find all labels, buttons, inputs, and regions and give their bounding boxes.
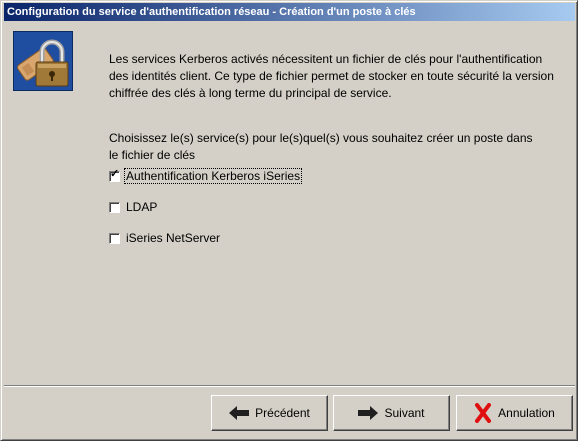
checkbox-label[interactable]: Authentification Kerberos iSeries — [123, 168, 303, 184]
next-button[interactable]: Suivant — [333, 395, 450, 431]
checkbox-box[interactable]: ✓ — [109, 167, 120, 182]
cancel-button-label: Annulation — [498, 406, 555, 420]
next-button-label: Suivant — [384, 406, 425, 420]
checkbox-ldap[interactable]: LDAP — [109, 199, 158, 215]
checkbox-label[interactable]: iSeries NetServer — [125, 231, 221, 245]
back-button[interactable]: Précédent — [211, 395, 328, 431]
checkbox-label[interactable]: LDAP — [125, 200, 158, 214]
checkbox-kerberos-iseries[interactable]: ✓ Authentification Kerberos iSeries — [109, 167, 303, 184]
description-text: Les services Kerberos activés nécessiten… — [109, 52, 554, 100]
checkbox-iseries-netserver[interactable]: iSeries NetServer — [109, 230, 221, 246]
footer-separator-highlight — [4, 386, 575, 387]
cancel-button[interactable]: Annulation — [456, 395, 573, 431]
red-x-icon — [475, 403, 492, 423]
window-title: Configuration du service d'authentificat… — [4, 3, 575, 21]
checkbox-box[interactable] — [109, 201, 120, 213]
arrow-right-icon — [358, 406, 379, 420]
keyring-lock-icon — [13, 31, 73, 91]
wizard-window: Configuration du service d'authentificat… — [0, 0, 578, 441]
arrow-left-icon — [229, 406, 250, 420]
checkmark-icon: ✓ — [110, 167, 120, 180]
back-button-label: Précédent — [255, 406, 310, 420]
checkbox-box[interactable] — [109, 232, 120, 244]
selection-prompt: Choisissez le(s) service(s) pour le(s)qu… — [109, 131, 533, 162]
